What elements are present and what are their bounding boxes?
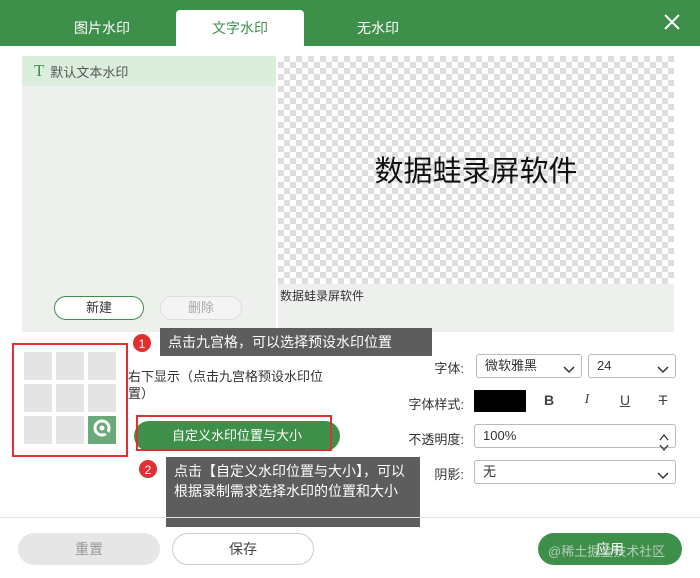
grid-cell-top-left[interactable]: [24, 352, 52, 380]
grid-cell-middle-right[interactable]: [88, 384, 116, 412]
opacity-value: 100%: [483, 428, 517, 443]
footer-divider: [0, 517, 700, 518]
delete-button[interactable]: 删除: [160, 296, 242, 320]
font-color-swatch[interactable]: [474, 390, 526, 412]
chevron-down-icon[interactable]: [659, 437, 669, 452]
opacity-stepper[interactable]: 100%: [474, 424, 676, 452]
font-label: 字体:: [434, 361, 464, 376]
chevron-down-icon: [563, 360, 575, 374]
preview-caption: 数据蛙录屏软件: [280, 289, 365, 303]
position-nine-grid: [24, 352, 120, 448]
grid-cell-middle-left[interactable]: [24, 384, 52, 412]
chevron-down-icon: [657, 466, 669, 480]
list-item-label: 默认文本水印: [50, 64, 129, 80]
reset-button[interactable]: 重置: [18, 533, 160, 565]
shadow-select[interactable]: 无: [474, 460, 676, 484]
selected-logo-icon: [92, 418, 112, 443]
grid-cell-top-center[interactable]: [56, 352, 84, 380]
font-select[interactable]: 微软雅黑: [476, 354, 582, 378]
callout-1: 点击九宫格，可以选择预设水印位置: [160, 328, 432, 356]
step-badge-2: 2: [138, 459, 158, 479]
site-watermark: @稀土掘金技术社区: [548, 544, 666, 559]
grid-cell-bottom-center[interactable]: [56, 416, 84, 444]
shadow-value: 无: [483, 464, 497, 479]
tab-no-watermark[interactable]: 无水印: [320, 10, 436, 46]
position-description: 右下显示（点击九宫格预设水印位置）: [128, 369, 324, 401]
opacity-label: 不透明度:: [408, 432, 464, 447]
watermark-dialog: 图片水印 文字水印 无水印 T 默认文本水印 新建 删除 数据蛙录屏软件 数据蛙…: [0, 0, 700, 578]
strikethrough-button[interactable]: T: [652, 389, 674, 411]
dialog-header: 图片水印 文字水印 无水印: [0, 0, 700, 46]
tab-text-watermark[interactable]: 文字水印: [176, 10, 304, 46]
underline-button[interactable]: U: [614, 389, 636, 411]
step-badge-1: 1: [132, 333, 152, 353]
close-icon[interactable]: [662, 12, 682, 32]
grid-cell-bottom-left[interactable]: [24, 416, 52, 444]
chevron-down-icon: [657, 360, 669, 374]
tab-image-watermark[interactable]: 图片水印: [44, 10, 160, 46]
font-size-select[interactable]: 24: [588, 354, 676, 378]
chevron-up-icon[interactable]: [659, 427, 669, 441]
grid-cell-top-right[interactable]: [88, 352, 116, 380]
font-style-label: 字体样式:: [408, 397, 464, 412]
watermark-preview: 数据蛙录屏软件: [278, 56, 674, 284]
bold-button[interactable]: B: [538, 389, 560, 411]
text-t-icon: T: [34, 61, 45, 80]
preview-watermark-text: 数据蛙录屏软件: [374, 156, 578, 188]
save-button[interactable]: 保存: [172, 533, 314, 565]
list-item[interactable]: T 默认文本水印: [22, 56, 276, 86]
italic-button[interactable]: I: [576, 389, 598, 411]
custom-button-highlight-frame: [136, 415, 332, 451]
watermark-list-panel: T 默认文本水印: [22, 56, 276, 332]
shadow-label: 阴影:: [434, 467, 464, 482]
font-value: 微软雅黑: [485, 358, 538, 373]
grid-cell-bottom-right[interactable]: [88, 416, 116, 444]
new-button[interactable]: 新建: [54, 296, 144, 320]
grid-cell-middle-center[interactable]: [56, 384, 84, 412]
font-size-value: 24: [597, 358, 612, 373]
